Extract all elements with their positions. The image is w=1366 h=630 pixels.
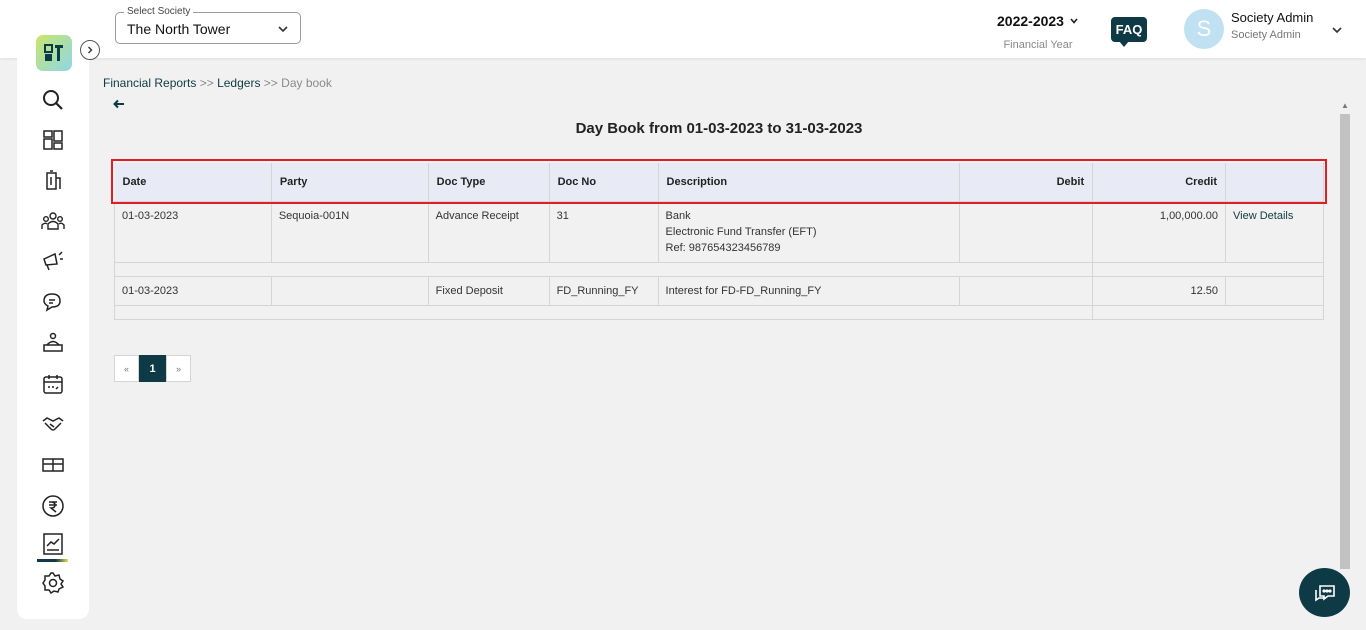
description-line: Electronic Fund Transfer (EFT) — [665, 225, 817, 238]
financial-year-label: Financial Year — [1003, 39, 1073, 51]
pagination-page[interactable]: 1 — [139, 355, 166, 382]
scroll-up-arrow[interactable]: ▲ — [1341, 101, 1349, 110]
chevron-down-icon[interactable] — [1331, 24, 1343, 36]
table-row: 01-03-2023 Fixed Deposit FD_Running_FY I… — [114, 275, 1324, 306]
sidebar — [17, 15, 89, 619]
description-line: Interest for FD-FD_Running_FY — [665, 284, 822, 297]
search-icon[interactable] — [40, 87, 66, 113]
cell-action — [1225, 275, 1324, 306]
cell-date: 01-03-2023 — [114, 275, 272, 306]
table-header-row: Date Party Doc Type Doc No Description D… — [114, 163, 1324, 201]
breadcrumb-ledgers[interactable]: Ledgers — [217, 76, 260, 90]
settings-icon[interactable] — [40, 570, 66, 596]
avatar[interactable]: S — [1184, 9, 1224, 49]
rupee-icon[interactable] — [40, 493, 66, 519]
cell-debit — [959, 200, 1094, 263]
members-icon[interactable] — [40, 208, 66, 234]
scrollbar-thumb[interactable] — [1340, 114, 1350, 569]
table-spacer-row — [113, 304, 1324, 320]
header-doc-no: Doc No — [549, 163, 659, 201]
breadcrumb-financial-reports[interactable]: Financial Reports — [103, 76, 196, 90]
cell-doc-type: Advance Receipt — [427, 200, 550, 263]
user-info[interactable]: Society Admin Society Admin — [1231, 10, 1313, 41]
cell-date: 01-03-2023 — [114, 200, 272, 263]
sidebar-toggle-button[interactable] — [80, 40, 100, 60]
calendar-icon[interactable] — [40, 371, 66, 397]
building-icon[interactable] — [40, 167, 66, 193]
cell-description: Bank Electronic Fund Transfer (EFT) Ref:… — [657, 200, 961, 263]
user-role: Society Admin — [1231, 29, 1301, 41]
table-row: 01-03-2023 Sequoia-001N Advance Receipt … — [114, 200, 1324, 263]
back-arrow-icon[interactable] — [112, 97, 126, 111]
header-doc-type: Doc Type — [428, 163, 550, 201]
logo-icon — [44, 44, 63, 61]
faq-button[interactable]: FAQ — [1111, 17, 1147, 47]
active-nav-indicator — [37, 559, 68, 562]
breadcrumb-separator: >> — [199, 76, 214, 90]
society-select-value: The North Tower — [127, 21, 231, 37]
cell-party — [270, 275, 429, 306]
header-actions — [1225, 163, 1324, 201]
cell-party: Sequoia-001N — [270, 200, 429, 263]
chat-icon[interactable] — [40, 289, 66, 315]
society-select[interactable]: Select Society The North Tower — [115, 6, 301, 44]
breadcrumb-separator: >> — [263, 76, 278, 90]
cell-description: Interest for FD-FD_Running_FY — [657, 275, 961, 306]
handshake-icon[interactable] — [40, 411, 66, 437]
chevron-down-icon — [278, 26, 288, 33]
top-bar: Select Society The North Tower 2022-2023… — [0, 0, 1366, 58]
dashboard-icon[interactable] — [40, 127, 66, 153]
chat-support-button[interactable] — [1299, 568, 1350, 617]
header-credit: Credit — [1092, 163, 1227, 201]
chevron-right-icon — [88, 46, 93, 54]
announcement-icon[interactable] — [40, 248, 66, 274]
pagination-next[interactable]: » — [166, 355, 191, 382]
cell-action: View Details — [1225, 200, 1324, 263]
cell-credit: 1,00,000.00 — [1092, 200, 1227, 263]
cell-debit — [959, 275, 1094, 306]
financial-year-selector[interactable]: 2022-2023 Financial Year — [990, 13, 1086, 51]
description-line: Bank — [665, 209, 691, 222]
pagination: « 1 » — [114, 355, 191, 382]
table-spacer-row — [113, 261, 1324, 277]
chevron-down-icon — [1070, 18, 1078, 24]
daybook-table: Date Party Doc Type Doc No Description D… — [113, 163, 1324, 320]
service-icon[interactable] — [40, 330, 66, 356]
page-title: Day Book from 01-03-2023 to 31-03-2023 — [575, 120, 863, 137]
breadcrumb: Financial Reports >> Ledgers >> Day book — [103, 76, 332, 90]
description-line: Ref: 987654323456789 — [665, 241, 781, 254]
chat-bubble-icon — [1314, 584, 1335, 601]
user-name: Society Admin — [1231, 10, 1314, 25]
box-icon[interactable] — [40, 451, 66, 477]
cell-credit: 12.50 — [1092, 275, 1227, 306]
society-select-legend: Select Society — [124, 6, 194, 17]
pagination-prev[interactable]: « — [114, 355, 139, 382]
view-details-link[interactable]: View Details — [1233, 210, 1293, 222]
app-logo[interactable] — [36, 35, 72, 71]
cell-doc-type: Fixed Deposit — [427, 275, 550, 306]
header-date: Date — [114, 163, 272, 201]
header-description: Description — [658, 163, 961, 201]
cell-doc-no: 31 — [548, 200, 659, 263]
breadcrumb-current: Day book — [281, 76, 332, 90]
reports-icon[interactable] — [40, 531, 66, 557]
header-debit: Debit — [959, 163, 1094, 201]
financial-year-value: 2022-2023 — [997, 13, 1064, 29]
header-party: Party — [271, 163, 429, 201]
cell-doc-no: FD_Running_FY — [548, 275, 659, 306]
